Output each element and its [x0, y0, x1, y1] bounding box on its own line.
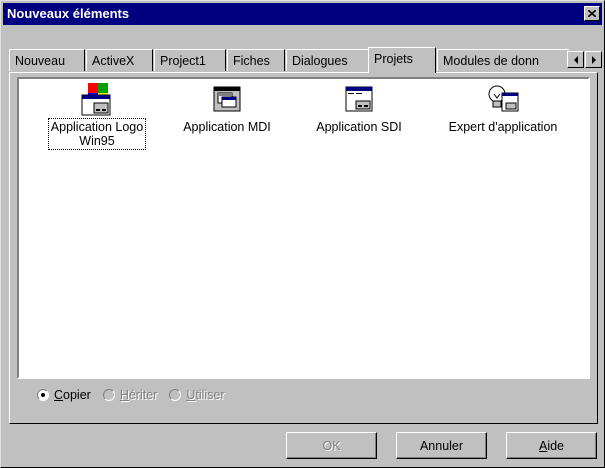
list-item-application-logo[interactable]: Application Logo Win95: [37, 83, 157, 150]
tab-modules-de-donnees[interactable]: Modules de donn: [437, 49, 569, 71]
tab-scroll-left-button[interactable]: [567, 51, 584, 68]
title-bar[interactable]: Nouveaux éléments: [3, 3, 602, 25]
arrow-right-icon: [591, 55, 596, 64]
radio-copier[interactable]: Copier: [37, 388, 91, 402]
app-sdi-icon: [345, 86, 373, 112]
annuler-button-label: Annuler: [419, 438, 464, 453]
tab-activex[interactable]: ActiveX: [86, 49, 153, 71]
close-icon: [588, 10, 596, 17]
radio-indicator: [37, 389, 49, 401]
radio-utiliser[interactable]: Utiliser: [169, 388, 225, 402]
radio-heriter[interactable]: Hériter: [102, 388, 158, 402]
tab-nouveau[interactable]: Nouveau: [9, 49, 85, 71]
tab-scroll-right-button[interactable]: [585, 51, 602, 68]
list-item-application-sdi[interactable]: Application SDI: [299, 83, 419, 135]
list-item-application-mdi[interactable]: Application MDI: [167, 83, 287, 135]
item-label: Application SDI: [316, 120, 402, 134]
radio-utiliser-label: Utiliser: [186, 388, 225, 402]
arrow-left-icon: [573, 55, 578, 64]
tab-dialogues[interactable]: Dialogues: [286, 49, 370, 71]
item-label: Application Logo Win95: [47, 118, 147, 150]
aide-button-label: Aide: [538, 438, 565, 453]
window-title: Nouveaux éléments: [7, 6, 130, 21]
radio-indicator: [169, 389, 182, 401]
tab-project1[interactable]: Project1: [154, 49, 226, 71]
tab-projets[interactable]: Projets: [368, 47, 436, 73]
app-expert-icon: [488, 85, 519, 112]
item-label: Application MDI: [183, 120, 271, 134]
aide-button[interactable]: Aide: [506, 432, 597, 459]
template-list[interactable]: Application Logo Win95 Application MDI A…: [17, 77, 590, 379]
radio-indicator: [102, 389, 115, 401]
list-item-expert-application[interactable]: Expert d'application: [433, 83, 573, 135]
dialog-window: Nouveaux éléments Nouveau ActiveX Projec…: [0, 0, 605, 468]
close-button[interactable]: [584, 6, 600, 21]
tab-scroll-buttons: [567, 51, 602, 68]
tab-strip: Nouveau ActiveX Project1 Fiches Dialogue…: [9, 47, 569, 73]
option-group: Copier Hériter Utiliser: [37, 388, 225, 402]
app-logo-icon: [81, 83, 111, 116]
item-label: Expert d'application: [448, 120, 558, 134]
radio-heriter-label: Hériter: [119, 388, 158, 402]
app-mdi-icon: [213, 86, 241, 112]
annuler-button[interactable]: Annuler: [396, 432, 487, 459]
ok-button-label: OK: [322, 438, 341, 453]
radio-copier-label: Copier: [54, 388, 91, 402]
ok-button[interactable]: OK: [286, 432, 377, 459]
tab-fiches[interactable]: Fiches: [227, 49, 285, 71]
